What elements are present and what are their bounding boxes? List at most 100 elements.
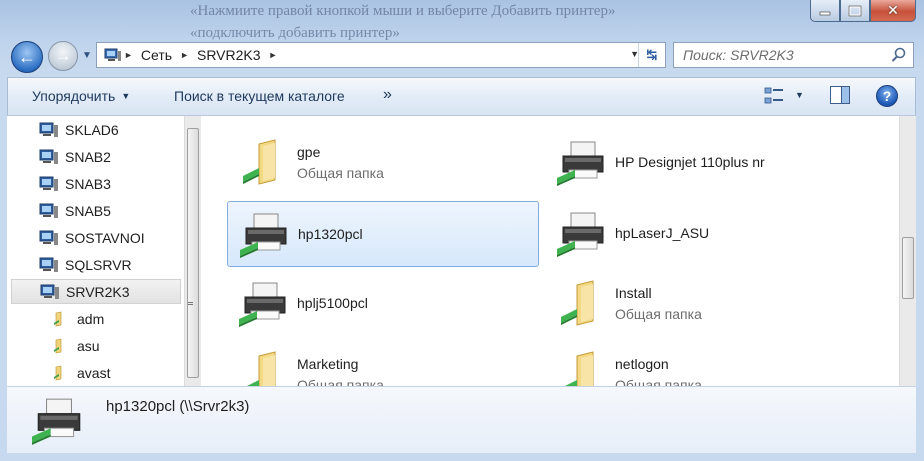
nav-item-sqlsrvr[interactable]: SQLSRVR bbox=[11, 252, 181, 277]
chevron-down-icon: ▼ bbox=[795, 90, 804, 100]
preview-pane-button[interactable] bbox=[830, 86, 850, 104]
scroll-grip-icon bbox=[188, 302, 193, 305]
organize-label: Упорядочить bbox=[32, 88, 116, 104]
shared-folder-icon bbox=[561, 280, 594, 326]
breadcrumb-arrow-icon[interactable]: ► bbox=[124, 50, 133, 60]
tile-hp-designjet[interactable]: HP Designjet 110plus nr bbox=[545, 130, 857, 196]
minimize-button[interactable] bbox=[810, 0, 840, 22]
shared-printer-icon bbox=[239, 282, 286, 327]
details-pane: hp1320pcl (\\Srvr2k3) bbox=[7, 386, 916, 453]
address-bar[interactable]: ► Сеть ► SRVR2K3 ► ▼ ↹ bbox=[96, 42, 666, 68]
shared-folder-icon bbox=[54, 338, 62, 353]
tile-marketing[interactable]: Marketing Общая папка bbox=[227, 342, 539, 386]
close-icon: ✕ bbox=[887, 2, 899, 18]
search-icon bbox=[891, 47, 906, 62]
nav-item-label: adm bbox=[77, 310, 105, 327]
tile-netlogon[interactable]: netlogon Общая папка bbox=[545, 342, 857, 386]
maximize-icon bbox=[848, 5, 862, 16]
file-list-scrollbar[interactable] bbox=[899, 116, 916, 386]
more-commands-icon: » bbox=[383, 86, 392, 103]
breadcrumb-network[interactable]: Сеть bbox=[141, 47, 172, 63]
file-list[interactable]: gpe Общая папка HP Designjet 110plus nr bbox=[201, 116, 899, 386]
change-view-button[interactable] bbox=[763, 85, 789, 107]
nav-item-label: SRVR2K3 bbox=[66, 283, 130, 300]
tile-install[interactable]: Install Общая папка bbox=[545, 271, 857, 337]
shared-folder-icon bbox=[54, 365, 62, 380]
network-computer-icon bbox=[39, 149, 58, 164]
maximize-button[interactable] bbox=[840, 0, 870, 22]
tile-name: gpe bbox=[297, 144, 321, 160]
nav-item-adm[interactable]: adm bbox=[11, 306, 181, 331]
forward-button[interactable]: → bbox=[48, 41, 78, 71]
tile-gpe[interactable]: gpe Общая папка bbox=[227, 130, 539, 196]
nav-pane-scroll-thumb[interactable] bbox=[187, 128, 199, 378]
main-area: SKLAD6 SNAB2 SNAB3 SNAB5 SOSTAVNOI SQLSR… bbox=[7, 116, 916, 386]
breadcrumb-server[interactable]: SRVR2K3 bbox=[197, 47, 261, 63]
arrow-left-icon: ← bbox=[18, 46, 36, 67]
help-icon: ? bbox=[882, 88, 892, 104]
shared-printer-icon bbox=[32, 398, 81, 445]
network-computer-icon bbox=[40, 284, 59, 299]
network-computer-icon bbox=[39, 230, 58, 245]
chevron-down-icon: ▼ bbox=[82, 50, 92, 61]
shared-printer-icon bbox=[240, 213, 287, 258]
tile-hplaserj-asu[interactable]: hpLaserJ_ASU bbox=[545, 201, 857, 267]
nav-item-label: SNAB3 bbox=[65, 175, 111, 192]
minimize-icon bbox=[819, 11, 831, 15]
details-item-name: hp1320pcl (\\Srvr2k3) bbox=[106, 398, 250, 415]
nav-item-avast[interactable]: avast bbox=[11, 360, 181, 385]
more-commands-button[interactable]: » bbox=[383, 86, 392, 104]
nav-item-snab5[interactable]: SNAB5 bbox=[11, 198, 181, 223]
nav-item-label: SOSTAVNOI bbox=[65, 229, 145, 246]
close-button[interactable]: ✕ bbox=[870, 0, 916, 22]
network-computer-icon bbox=[39, 122, 58, 137]
network-computer-icon bbox=[39, 203, 58, 218]
organize-button[interactable]: Упорядочить ▼ bbox=[32, 88, 130, 104]
nav-pane-scrollbar[interactable] bbox=[184, 116, 201, 386]
tile-name: Install bbox=[615, 285, 652, 301]
nav-item-sostavnoi[interactable]: SOSTAVNOI bbox=[11, 225, 181, 250]
help-button[interactable]: ? bbox=[876, 85, 898, 107]
file-list-scroll-thumb[interactable] bbox=[902, 237, 914, 299]
search-in-catalog-label: Поиск в текущем каталоге bbox=[174, 88, 345, 104]
tile-name: Marketing bbox=[297, 356, 359, 372]
search-input[interactable] bbox=[681, 46, 885, 64]
search-in-catalog-button[interactable]: Поиск в текущем каталоге bbox=[174, 88, 345, 104]
nav-item-sklad6[interactable]: SKLAD6 bbox=[11, 117, 181, 142]
nav-item-srvr2k3[interactable]: SRVR2K3 bbox=[11, 279, 181, 304]
breadcrumb-arrow-icon[interactable]: ► bbox=[180, 50, 189, 60]
tile-subtitle: Общая папка bbox=[297, 377, 384, 386]
network-computer-icon bbox=[39, 176, 58, 191]
network-computer-icon bbox=[39, 257, 58, 272]
recent-pages-button[interactable]: ▼ bbox=[82, 50, 92, 61]
arrow-right-icon: → bbox=[54, 46, 72, 65]
nav-item-asu[interactable]: asu bbox=[11, 333, 181, 358]
tile-hplj5100pcl[interactable]: hplj5100pcl bbox=[227, 271, 539, 337]
tile-name: netlogon bbox=[615, 356, 669, 372]
tile-subtitle: Общая папка bbox=[297, 165, 384, 181]
search-box[interactable] bbox=[673, 42, 914, 68]
tile-subtitle: Общая папка bbox=[615, 377, 702, 386]
navigation-pane[interactable]: SKLAD6 SNAB2 SNAB3 SNAB5 SOSTAVNOI SQLSR… bbox=[7, 116, 184, 386]
back-button[interactable]: ← bbox=[11, 41, 43, 73]
tile-name: hpLaserJ_ASU bbox=[615, 225, 710, 241]
explorer-window: «Нажмиите правой кнопкой мыши и выберите… bbox=[0, 0, 924, 461]
shared-folder-icon bbox=[565, 351, 594, 386]
tile-name: HP Designjet 110plus nr bbox=[615, 154, 765, 170]
tile-name: hplj5100pcl bbox=[297, 295, 368, 311]
nav-item-snab2[interactable]: SNAB2 bbox=[11, 144, 181, 169]
nav-item-label: SKLAD6 bbox=[65, 121, 119, 138]
tile-name: hp1320pcl bbox=[298, 226, 363, 242]
refresh-button[interactable]: ↹ bbox=[638, 43, 665, 67]
shared-printer-icon bbox=[557, 212, 604, 257]
shared-folder-icon bbox=[247, 351, 276, 386]
nav-item-label: SNAB5 bbox=[65, 202, 111, 219]
view-options-dropdown[interactable]: ▼ bbox=[795, 90, 804, 100]
caption-buttons: ✕ bbox=[810, 0, 916, 22]
refresh-icon: ↹ bbox=[646, 47, 658, 62]
nav-item-snab3[interactable]: SNAB3 bbox=[11, 171, 181, 196]
shared-folder-icon bbox=[243, 139, 276, 185]
tile-hp1320pcl[interactable]: hp1320pcl bbox=[227, 201, 539, 267]
tile-subtitle: Общая папка bbox=[615, 306, 702, 322]
breadcrumb-arrow-icon[interactable]: ► bbox=[269, 50, 278, 60]
